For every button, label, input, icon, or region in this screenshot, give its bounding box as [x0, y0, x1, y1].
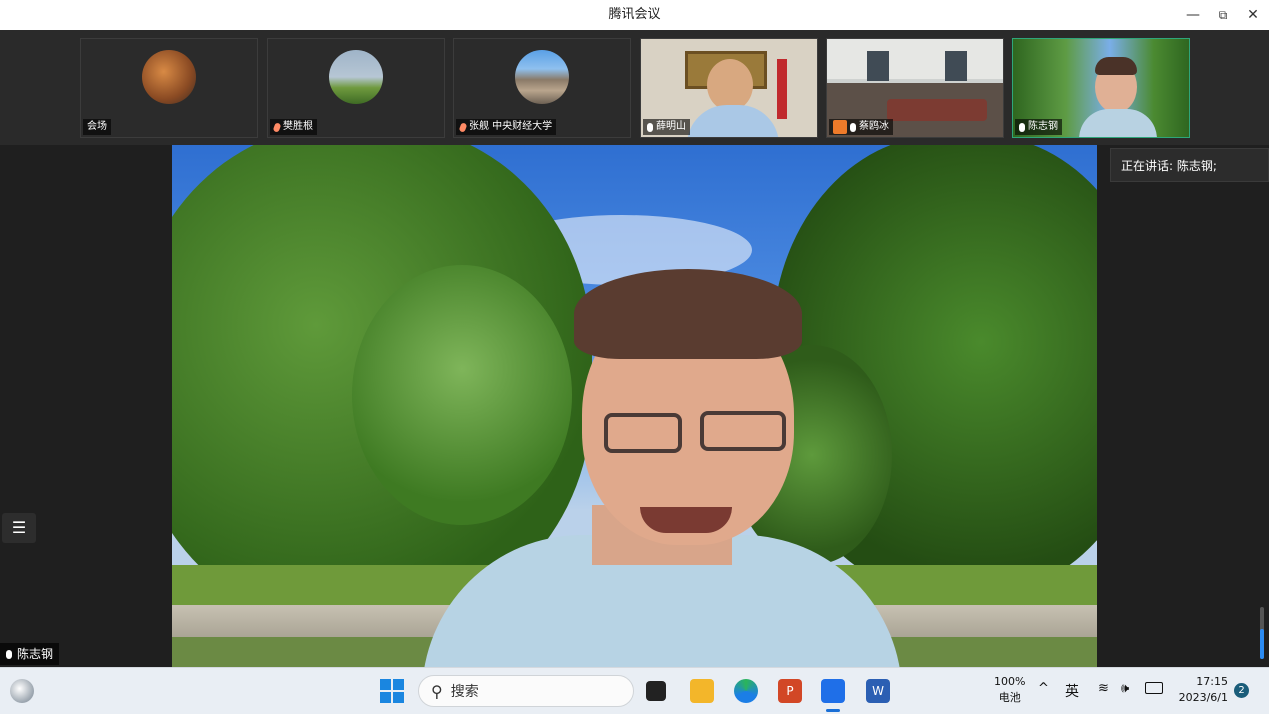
participant-name: 薛明山 [656, 121, 686, 132]
participant-label: 会场 [83, 119, 111, 135]
avatar [142, 50, 196, 104]
mic-muted-icon [272, 121, 282, 133]
main-speaker-name: 陈志钢 [17, 647, 54, 661]
participant-label: 张舰 中央财经大学 [456, 119, 557, 135]
clock[interactable]: 17:15 2023/6/1 [1172, 674, 1228, 706]
participant-label: 蔡鸥冰 [829, 119, 893, 135]
start-icon[interactable] [380, 679, 404, 703]
participant-name: 樊胜根 [283, 121, 313, 132]
ime-indicator[interactable]: 英 [1065, 681, 1079, 701]
close-button[interactable]: ✕ [1238, 0, 1268, 30]
participant-tile[interactable]: 薛明山 [640, 38, 818, 138]
left-panel [0, 145, 172, 667]
main-speaker-label: 陈志钢 [0, 643, 60, 665]
notification-badge[interactable]: 2 [1234, 683, 1249, 698]
avatar [515, 50, 569, 104]
battery-icon[interactable] [1145, 682, 1163, 694]
weather-icon[interactable] [10, 679, 34, 703]
battery-status[interactable]: 100% 电池 [994, 674, 1025, 706]
mic-muted-icon [458, 121, 468, 133]
task-view-icon[interactable] [646, 681, 666, 701]
clock-date: 2023/6/1 [1178, 691, 1228, 704]
speaking-name: 陈志钢; [1176, 159, 1217, 173]
chevron-up-icon[interactable]: ^ [1038, 681, 1049, 696]
speaking-label: 正在讲话: [1121, 159, 1174, 173]
mic-icon [6, 649, 12, 659]
window-title: 腾讯会议 [608, 7, 661, 22]
avatar [329, 50, 383, 104]
mic-icon [1019, 122, 1025, 132]
taskbar: ⚲ 搜索 P W 100% 电池 ^ 英 ≋ 🕪 17:15 2023/6/1 … [0, 667, 1269, 714]
person-icon [833, 120, 847, 134]
title-bar: 腾讯会议 — ⧉ ✕ [0, 0, 1269, 30]
participant-tile-active[interactable]: 陈志钢 [1012, 38, 1190, 138]
mic-icon [850, 122, 856, 132]
powerpoint-icon[interactable]: P [778, 679, 802, 703]
speaking-indicator: 正在讲话: 陈志钢; [1110, 148, 1269, 182]
edge-icon[interactable] [734, 679, 758, 703]
participant-tile[interactable]: 张舰 中央财经大学 [453, 38, 631, 138]
participant-name: 会场 [87, 121, 107, 132]
participant-tile[interactable]: 樊胜根 [267, 38, 445, 138]
volume-meter [1260, 607, 1264, 659]
search-icon: ⚲ [431, 681, 443, 701]
tencent-meeting-icon[interactable] [821, 679, 845, 703]
participant-label: 陈志钢 [1015, 119, 1062, 135]
participant-name: 蔡鸥冰 [859, 121, 889, 132]
participant-tile[interactable]: 蔡鸥冰 [826, 38, 1004, 138]
speaker-icon[interactable]: 🕪 [1121, 681, 1129, 696]
wifi-icon[interactable]: ≋ [1098, 681, 1109, 696]
mic-icon [647, 122, 653, 132]
search-placeholder: 搜索 [450, 684, 479, 700]
participant-label: 薛明山 [643, 119, 690, 135]
participant-name: 张舰 中央财经大学 [469, 121, 553, 132]
clock-time: 17:15 [1196, 675, 1228, 688]
participant-name: 陈志钢 [1028, 121, 1058, 132]
file-explorer-icon[interactable] [690, 679, 714, 703]
search-input[interactable]: ⚲ 搜索 [418, 675, 634, 707]
right-panel [1097, 145, 1269, 667]
participant-tile[interactable]: 会场 [80, 38, 258, 138]
minimize-button[interactable]: — [1178, 0, 1208, 30]
word-icon[interactable]: W [866, 679, 890, 703]
battery-label: 电池 [998, 691, 1021, 704]
participant-label: 樊胜根 [270, 119, 317, 135]
restore-button[interactable]: ⧉ [1208, 0, 1238, 30]
main-video [172, 145, 1097, 667]
battery-percent: 100% [994, 675, 1026, 688]
list-icon[interactable]: ☰ [2, 513, 36, 543]
participant-strip: 会场 樊胜根 张舰 中央财经大学 薛明山 蔡鸥冰 陈志钢 [0, 30, 1269, 145]
volume-level [1260, 629, 1264, 659]
